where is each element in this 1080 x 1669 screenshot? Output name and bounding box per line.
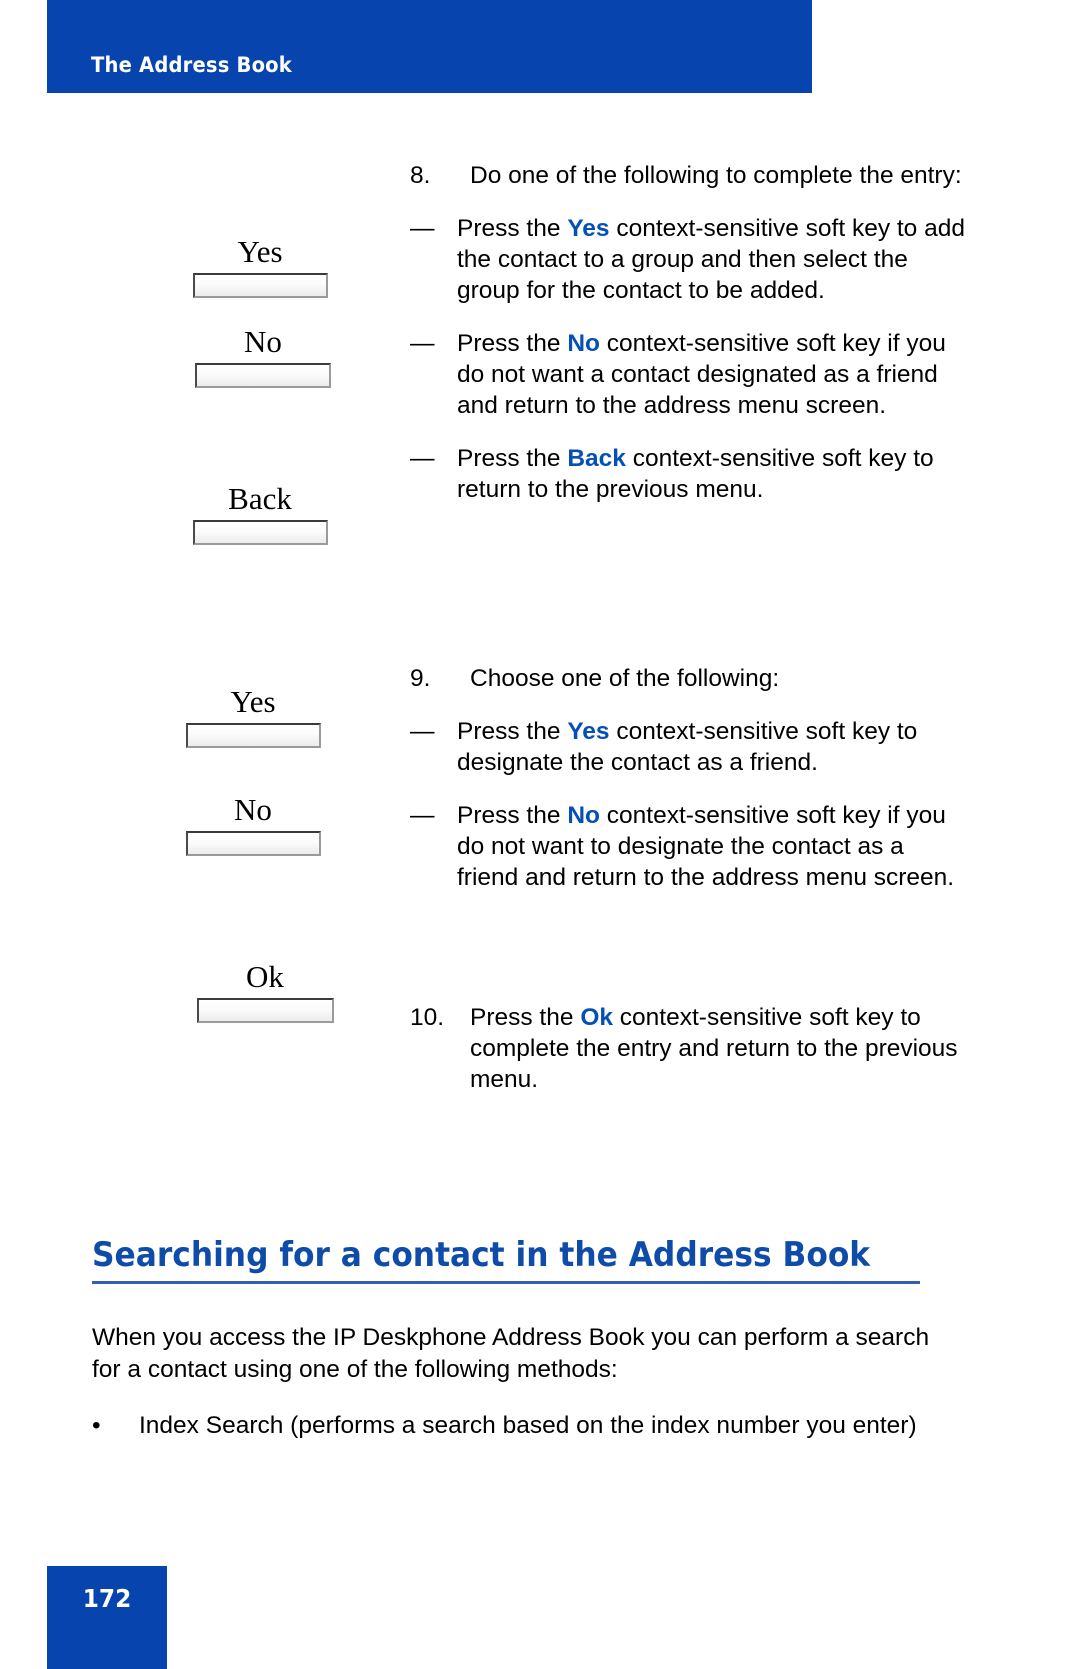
softkey-keyword: Back xyxy=(567,445,626,472)
intro-paragraph: When you access the IP Deskphone Address… xyxy=(92,1324,930,1383)
step-number: 10. xyxy=(410,1004,445,1031)
page-number: 172 xyxy=(82,1584,132,1613)
substep-item: — Press the Yes context-sensitive soft k… xyxy=(410,716,970,778)
em-dash-marker: — xyxy=(410,215,435,242)
step-block-8: Yes No Back 8. Do one of the following t… xyxy=(0,160,1080,660)
softkey-graphic-no-1[interactable]: No xyxy=(188,325,338,388)
step-block-10: Ok 10. Press the Ok context-sensitive so… xyxy=(0,960,1080,1120)
substep-text-pre: Press the xyxy=(457,445,568,472)
softkey-label: Back xyxy=(228,481,292,516)
softkey-graphic-no-2[interactable]: No xyxy=(178,793,328,856)
section-heading-title: Searching for a contact in the Address B… xyxy=(92,1235,871,1275)
softkey-button[interactable] xyxy=(196,998,334,1023)
softkey-graphic-back[interactable]: Back xyxy=(185,482,335,545)
softkey-graphic-ok[interactable]: Ok xyxy=(190,960,340,1023)
softkey-graphic-yes-2[interactable]: Yes xyxy=(178,685,328,748)
substep-text-pre: Press the xyxy=(457,330,568,357)
substep-item: — Press the No context-sensitive soft ke… xyxy=(410,328,970,421)
instruction-column-step10: 10. Press the Ok context-sensitive soft … xyxy=(410,1002,970,1095)
substep-item: — Press the Yes context-sensitive soft k… xyxy=(410,213,970,306)
numbered-step: 9. Choose one of the following: xyxy=(410,663,970,694)
softkey-label: Ok xyxy=(246,959,284,994)
step-text-pre: Press the xyxy=(470,1004,581,1031)
em-dash-marker: — xyxy=(410,718,435,745)
page-number-footer: 172 xyxy=(47,1566,167,1669)
softkey-keyword: Ok xyxy=(580,1004,613,1031)
step-number: 8. xyxy=(410,162,431,189)
softkey-button[interactable] xyxy=(192,273,328,298)
step-text: Choose one of the following: xyxy=(470,665,780,692)
em-dash-marker: — xyxy=(410,802,435,829)
softkey-keyword: No xyxy=(567,330,600,357)
softkey-button[interactable] xyxy=(185,831,321,856)
bullet-text: Index Search (performs a search based on… xyxy=(139,1412,917,1439)
softkey-button[interactable] xyxy=(185,723,321,748)
softkey-label: No xyxy=(244,324,282,359)
softkey-keyword: No xyxy=(567,802,600,829)
section-heading-block: Searching for a contact in the Address B… xyxy=(92,1235,932,1284)
bullet-list-item: • Index Search (performs a search based … xyxy=(92,1410,932,1442)
softkey-label: Yes xyxy=(237,234,283,269)
softkey-keyword: Yes xyxy=(567,718,610,745)
softkey-keyword: Yes xyxy=(567,215,610,242)
softkey-label: No xyxy=(234,792,272,827)
substep-text-pre: Press the xyxy=(457,215,568,242)
substep-item: — Press the No context-sensitive soft ke… xyxy=(410,800,970,893)
substep-item: — Press the Back context-sensitive soft … xyxy=(410,443,970,505)
softkey-button[interactable] xyxy=(192,520,328,545)
substep-text-pre: Press the xyxy=(457,718,568,745)
instruction-column-step8: 8. Do one of the following to complete t… xyxy=(410,160,970,505)
step-text: Press the Ok context-sensitive soft key … xyxy=(470,1002,970,1095)
numbered-step: 10. Press the Ok context-sensitive soft … xyxy=(410,1002,970,1095)
step-block-9: Yes No 9. Choose one of the following: —… xyxy=(0,663,1080,953)
running-header-bar: The Address Book xyxy=(47,0,812,93)
section-heading-rule xyxy=(92,1281,920,1284)
substep-text-pre: Press the xyxy=(457,802,568,829)
em-dash-marker: — xyxy=(410,445,435,472)
softkey-graphic-yes-1[interactable]: Yes xyxy=(185,235,335,298)
section-body: When you access the IP Deskphone Address… xyxy=(92,1322,932,1442)
running-header-title: The Address Book xyxy=(91,53,292,77)
softkey-label: Yes xyxy=(230,684,276,719)
bullet-dot-icon: • xyxy=(92,1412,101,1439)
em-dash-marker: — xyxy=(410,330,435,357)
step-number: 9. xyxy=(410,665,431,692)
softkey-button[interactable] xyxy=(195,363,331,388)
numbered-step: 8. Do one of the following to complete t… xyxy=(410,160,970,191)
step-text: Do one of the following to complete the … xyxy=(470,162,962,189)
instruction-column-step9: 9. Choose one of the following: — Press … xyxy=(410,663,970,893)
